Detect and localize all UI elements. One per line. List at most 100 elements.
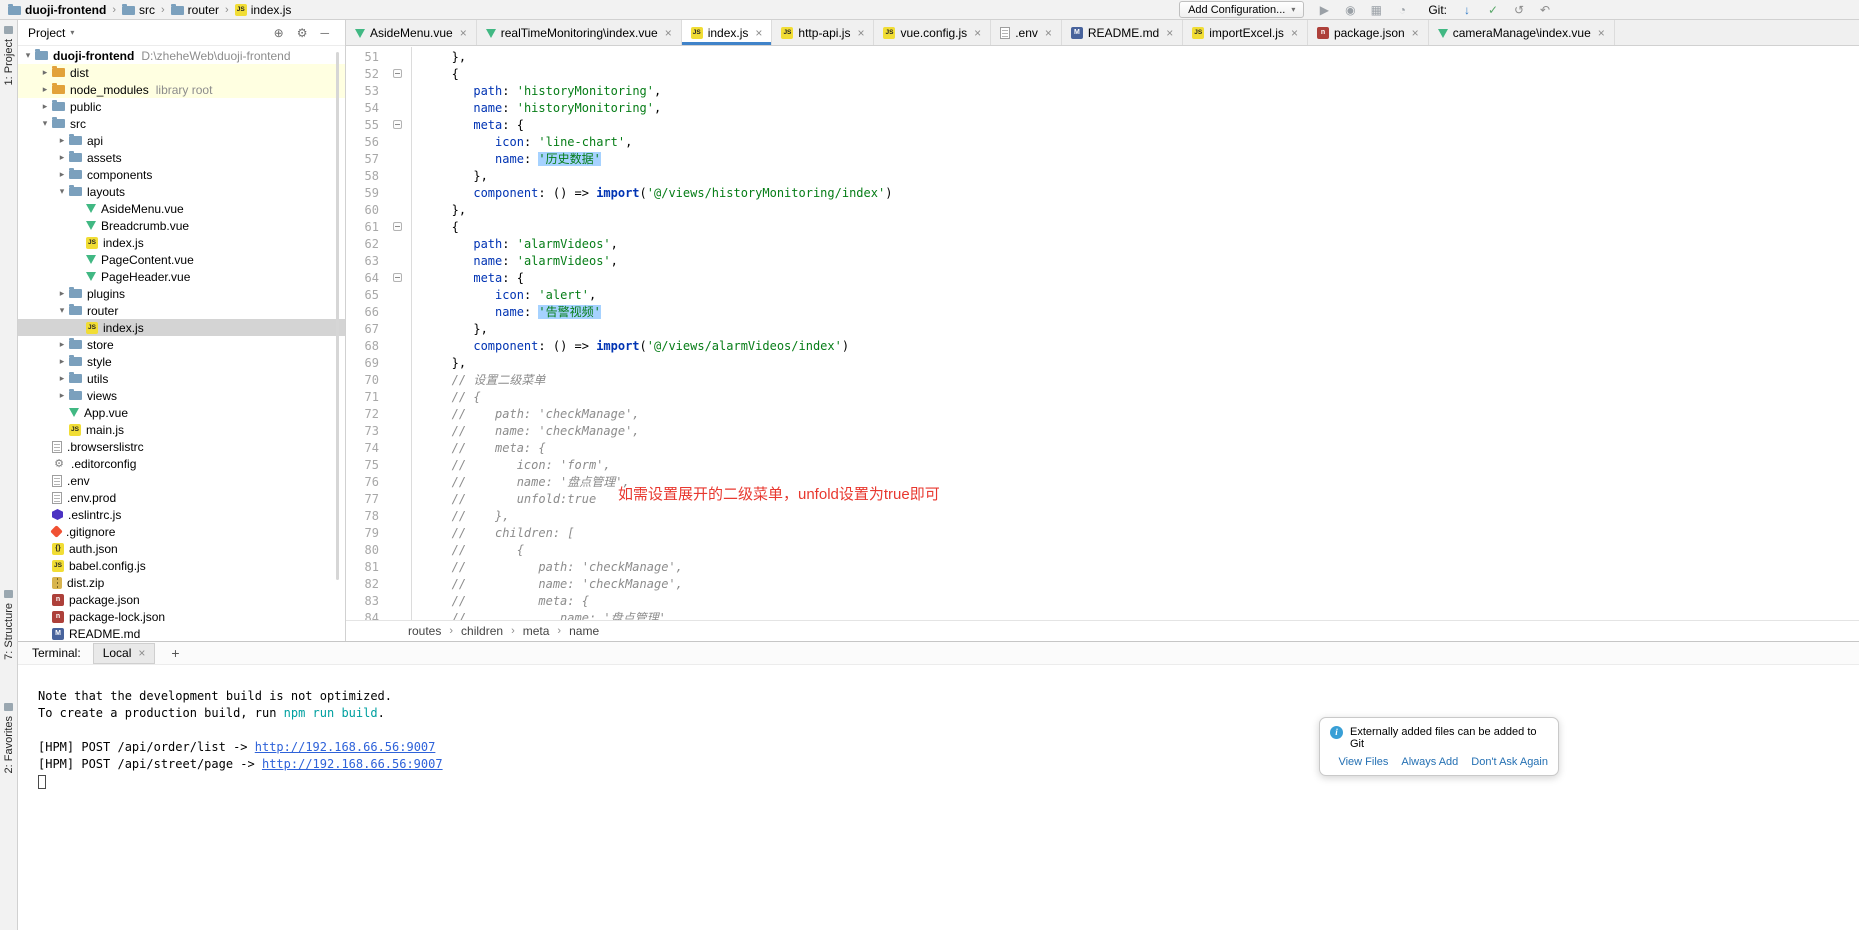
tree-item[interactable]: PageHeader.vue (18, 268, 345, 285)
breadcrumb-item[interactable]: children (461, 624, 503, 638)
chevron-right-icon[interactable]: ▸ (56, 288, 68, 299)
tree-item[interactable]: JSbabel.config.js (18, 557, 345, 574)
tree-item[interactable]: JSmain.js (18, 421, 345, 438)
tree-item[interactable]: {}auth.json (18, 540, 345, 557)
fold-marker[interactable] (393, 222, 402, 231)
chevron-right-icon[interactable]: ▸ (56, 152, 68, 163)
gear-icon[interactable]: ⚙ (297, 26, 308, 40)
tree-item[interactable]: JSindex.js (18, 234, 345, 251)
chevron-down-icon[interactable]: ▾ (39, 118, 51, 129)
breadcrumb-item[interactable]: routes (408, 624, 441, 638)
new-terminal-button[interactable]: + (167, 645, 183, 661)
tree-item[interactable]: Breadcrumb.vue (18, 217, 345, 234)
terminal-tab-local[interactable]: Local × (93, 643, 156, 664)
chevron-down-icon[interactable]: ▾ (22, 50, 34, 61)
chevron-right-icon[interactable]: ▸ (56, 135, 68, 146)
chevron-right-icon[interactable]: ▸ (39, 101, 51, 112)
tree-item[interactable]: ▸style (18, 353, 345, 370)
editor-tab[interactable]: JSvue.config.js× (874, 20, 991, 45)
editor-tab[interactable]: JShttp-api.js× (772, 20, 874, 45)
tree-item[interactable]: .env (18, 472, 345, 489)
close-icon[interactable]: × (1045, 26, 1052, 40)
tree-item[interactable]: dist.zip (18, 574, 345, 591)
breadcrumb-item[interactable]: duoji-frontend (6, 3, 108, 17)
tree-item[interactable]: .env.prod (18, 489, 345, 506)
dont-ask-again-link[interactable]: Don't Ask Again (1471, 756, 1548, 768)
close-icon[interactable]: × (1412, 26, 1419, 40)
scrollbar[interactable] (336, 52, 339, 580)
tree-item[interactable]: AsideMenu.vue (18, 200, 345, 217)
terminal-output[interactable]: Note that the development build is not o… (18, 666, 1859, 930)
close-icon[interactable]: × (665, 26, 672, 40)
tree-item[interactable]: npackage.json (18, 591, 345, 608)
tree-item[interactable]: ▸assets (18, 149, 345, 166)
fold-marker[interactable] (393, 273, 402, 282)
locate-file-icon[interactable]: ⊕ (274, 26, 284, 40)
stripe-tab-favorites[interactable]: 2: Favorites (0, 703, 17, 773)
editor-tab[interactable]: realTimeMonitoring\index.vue× (477, 20, 682, 45)
close-icon[interactable]: × (1598, 26, 1605, 40)
project-panel-title[interactable]: Project (28, 26, 65, 40)
tree-item[interactable]: App.vue (18, 404, 345, 421)
stripe-tab-project[interactable]: 1: Project (0, 26, 17, 85)
tree-item[interactable]: ▸node_moduleslibrary root (18, 81, 345, 98)
tree-item[interactable]: PageContent.vue (18, 251, 345, 268)
close-icon[interactable]: × (755, 26, 762, 40)
tree-item[interactable]: .browserslistrc (18, 438, 345, 455)
tree-item[interactable]: npackage-lock.json (18, 608, 345, 625)
editor-tab[interactable]: .env× (991, 20, 1062, 45)
run-icon[interactable]: ▶ (1316, 2, 1332, 18)
tree-item[interactable]: ▸dist (18, 64, 345, 81)
breadcrumb-item[interactable]: JSindex.js (233, 3, 294, 17)
profiler-icon[interactable]: ◔ (1394, 2, 1410, 18)
chevron-right-icon[interactable]: ▸ (39, 67, 51, 78)
tree-item[interactable]: ▸api (18, 132, 345, 149)
breadcrumb-item[interactable]: name (569, 624, 599, 638)
editor-tab[interactable]: JSindex.js× (682, 20, 773, 45)
tree-item[interactable]: ▾duoji-frontendD:\zheheWeb\duoji-fronten… (18, 47, 345, 64)
close-icon[interactable]: × (138, 646, 145, 660)
stripe-tab-structure[interactable]: 7: Structure (0, 590, 17, 660)
rollback-icon[interactable]: ↶ (1537, 2, 1553, 18)
commit-icon[interactable]: ✓ (1485, 2, 1501, 18)
always-add-link[interactable]: Always Add (1401, 756, 1458, 768)
code-editor[interactable]: 5152535455565758596061626364656667686970… (346, 47, 1859, 620)
close-icon[interactable]: × (460, 26, 467, 40)
chevron-down-icon[interactable]: ▾ (56, 186, 68, 197)
chevron-right-icon[interactable]: ▸ (56, 339, 68, 350)
tree-item[interactable]: ▸public (18, 98, 345, 115)
editor-tab[interactable]: AsideMenu.vue× (346, 20, 477, 45)
chevron-right-icon[interactable]: ▸ (56, 169, 68, 180)
tree-item[interactable]: ▾router (18, 302, 345, 319)
hide-panel-icon[interactable]: ─ (320, 26, 329, 40)
chevron-right-icon[interactable]: ▸ (39, 84, 51, 95)
chevron-down-icon[interactable]: ▾ (56, 305, 68, 316)
tree-item[interactable]: ⚙.editorconfig (18, 455, 345, 472)
breadcrumb-item[interactable]: router (169, 3, 221, 17)
chevron-right-icon[interactable]: ▸ (56, 373, 68, 384)
close-icon[interactable]: × (857, 26, 864, 40)
breadcrumb-item[interactable]: meta (523, 624, 550, 638)
tree-item[interactable]: ▾layouts (18, 183, 345, 200)
close-icon[interactable]: × (1166, 26, 1173, 40)
tree-item[interactable]: ▸views (18, 387, 345, 404)
terminal-link[interactable]: http://192.168.66.56:9007 (255, 740, 436, 754)
tree-item[interactable]: ▸utils (18, 370, 345, 387)
coverage-icon[interactable]: ▦ (1368, 2, 1384, 18)
add-configuration-button[interactable]: Add Configuration... ▾ (1179, 1, 1304, 18)
debug-icon[interactable]: ◉ (1342, 2, 1358, 18)
editor-tab[interactable]: JSimportExcel.js× (1183, 20, 1308, 45)
breadcrumb-item[interactable]: src (120, 3, 157, 17)
tree-item[interactable]: JSindex.js (18, 319, 345, 336)
tree-item[interactable]: MREADME.md (18, 625, 345, 641)
tree-item[interactable]: ▸components (18, 166, 345, 183)
update-icon[interactable]: ↓ (1459, 2, 1475, 18)
editor-tab[interactable]: npackage.json× (1308, 20, 1429, 45)
tree-item[interactable]: .eslintrc.js (18, 506, 345, 523)
fold-marker[interactable] (393, 69, 402, 78)
terminal-link[interactable]: http://192.168.66.56:9007 (262, 757, 443, 771)
editor-tab[interactable]: MREADME.md× (1062, 20, 1183, 45)
chevron-right-icon[interactable]: ▸ (56, 356, 68, 367)
view-files-link[interactable]: View Files (1338, 756, 1388, 768)
chevron-right-icon[interactable]: ▸ (56, 390, 68, 401)
